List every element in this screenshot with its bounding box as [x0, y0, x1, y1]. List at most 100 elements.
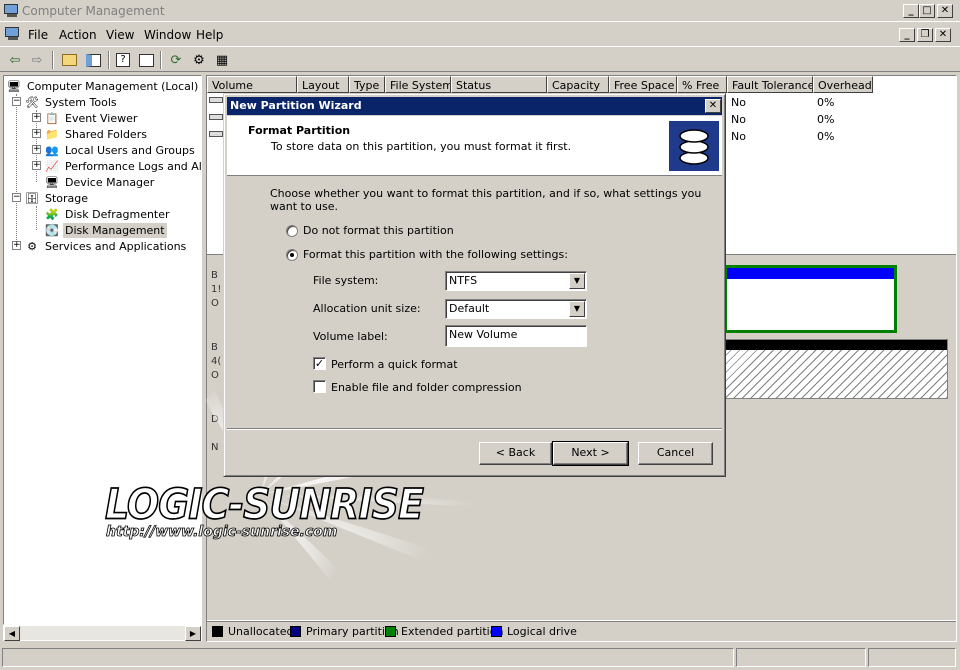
collapse-storage-icon[interactable]: −: [12, 193, 21, 202]
compression-checkbox[interactable]: [313, 380, 326, 393]
next-button[interactable]: Next >: [552, 441, 629, 466]
disk-2-label: DN: [211, 414, 219, 453]
child-minimize-button[interactable]: _: [899, 28, 915, 42]
extended-partition-block[interactable]: [724, 265, 897, 333]
dialog-title: New Partition Wizard: [230, 99, 362, 112]
unallocated-block[interactable]: [724, 339, 948, 399]
expand-event-viewer-icon[interactable]: +: [32, 113, 41, 122]
dialog-separator: [227, 428, 722, 430]
col-free-space[interactable]: Free Space: [609, 76, 677, 93]
quick-format-checkbox[interactable]: ✓: [313, 357, 326, 370]
file-system-select[interactable]: NTFS ▼: [445, 271, 587, 291]
close-button[interactable]: ✕: [937, 4, 953, 18]
tree-item-system-tools[interactable]: 🛠 System Tools: [24, 94, 119, 110]
menu-bar: File Action View Window Help _ ❐ ✕: [0, 24, 960, 46]
dialog-subheading: To store data on this partition, you mus…: [271, 140, 572, 153]
collapse-system-tools-icon[interactable]: −: [12, 97, 21, 106]
tree-item-device-manager[interactable]: 🖥 Device Manager: [44, 174, 156, 190]
menu-file[interactable]: File: [28, 28, 48, 42]
menu-view[interactable]: View: [106, 28, 134, 42]
scroll-left-icon[interactable]: ◀: [4, 626, 20, 641]
properties-icon[interactable]: ?: [114, 51, 132, 69]
show-hide-tree-icon[interactable]: [84, 51, 102, 69]
col-capacity[interactable]: Capacity: [547, 76, 609, 93]
chevron-down-icon[interactable]: ▼: [569, 273, 585, 289]
tree-item-local-users[interactable]: 👥 Local Users and Groups: [44, 142, 197, 158]
tree-item-perf-logs[interactable]: 📈 Performance Logs and Alerts: [44, 158, 201, 174]
tree-item-root[interactable]: 🖥 Computer Management (Local): [6, 78, 200, 94]
back-button[interactable]: < Back: [479, 442, 552, 465]
up-folder-icon[interactable]: [60, 51, 78, 69]
expand-services-icon[interactable]: +: [12, 241, 21, 250]
col-layout[interactable]: Layout: [297, 76, 349, 93]
export-list-icon[interactable]: [137, 51, 155, 69]
tree-item-disk-defrag[interactable]: 🧩 Disk Defragmenter: [44, 206, 172, 222]
radio-format-label[interactable]: Format this partition with the following…: [303, 248, 568, 261]
col-type[interactable]: Type: [349, 76, 385, 93]
dialog-heading: Format Partition: [248, 124, 351, 137]
fault-tolerance-cell: No: [731, 96, 746, 109]
allocation-unit-select[interactable]: Default ▼: [445, 299, 587, 319]
minimize-button[interactable]: _: [903, 4, 919, 18]
mmc-icon: [5, 27, 21, 41]
overhead-cell: 0%: [817, 113, 835, 126]
dialog-intro: Choose whether you want to format this p…: [270, 187, 702, 213]
legend-extended: Extended partition: [385, 625, 503, 638]
status-bar: [0, 645, 960, 670]
tools-icon: 🛠: [25, 95, 39, 109]
allocation-unit-label: Allocation unit size:: [313, 302, 421, 315]
menu-window[interactable]: Window: [144, 28, 191, 42]
computer-management-icon: [4, 4, 20, 18]
col-file-system[interactable]: File System: [385, 76, 451, 93]
disk-0-label: B 1! O: [211, 270, 222, 309]
users-icon: 👥: [45, 143, 59, 157]
col-overhead[interactable]: Overhead: [813, 76, 873, 93]
tree-horizontal-scrollbar[interactable]: ◀ ▶: [3, 625, 202, 641]
menu-action[interactable]: Action: [59, 28, 97, 42]
performance-icon: 📈: [45, 159, 59, 173]
console-tree: 🖥 Computer Management (Local) − 🛠 System…: [3, 75, 202, 625]
volume-label-label: Volume label:: [313, 330, 388, 343]
col-volume[interactable]: Volume: [207, 76, 297, 93]
dialog-title-bar: New Partition Wizard ✕: [227, 97, 722, 115]
compression-label[interactable]: Enable file and folder compression: [331, 381, 522, 394]
back-arrow-icon[interactable]: ⇦: [6, 51, 24, 69]
col-status[interactable]: Status: [451, 76, 547, 93]
fault-tolerance-cell: No: [731, 130, 746, 143]
event-viewer-icon: 📋: [45, 111, 59, 125]
cancel-button[interactable]: Cancel: [638, 442, 713, 465]
tree-item-services[interactable]: ⚙ Services and Applications: [24, 238, 188, 254]
watermark-url: http://www.logic-sunrise.com: [106, 524, 338, 541]
radio-format[interactable]: [286, 249, 298, 261]
col-percent-free[interactable]: % Free: [677, 76, 727, 93]
forward-arrow-icon[interactable]: ⇨: [28, 51, 46, 69]
radio-no-format[interactable]: [286, 225, 298, 237]
expand-shared-folders-icon[interactable]: +: [32, 129, 41, 138]
tree-item-disk-management[interactable]: 💽 Disk Management: [44, 222, 167, 238]
overhead-cell: 0%: [817, 96, 835, 109]
tree-item-shared-folders[interactable]: 📁 Shared Folders: [44, 126, 149, 142]
maximize-button[interactable]: □: [919, 4, 935, 18]
refresh-icon[interactable]: ⟳: [167, 51, 185, 69]
child-close-button[interactable]: ✕: [935, 28, 951, 42]
dialog-close-button[interactable]: ✕: [705, 99, 721, 113]
tree-item-storage[interactable]: 🗄 Storage: [24, 190, 90, 206]
expand-perf-logs-icon[interactable]: +: [32, 161, 41, 170]
menu-help[interactable]: Help: [196, 28, 223, 42]
child-restore-button[interactable]: ❐: [917, 28, 933, 42]
quick-format-label[interactable]: Perform a quick format: [331, 358, 458, 371]
col-fault-tolerance[interactable]: Fault Tolerance: [727, 76, 813, 93]
chevron-down-icon[interactable]: ▼: [569, 301, 585, 317]
radio-no-format-label[interactable]: Do not format this partition: [303, 224, 454, 237]
file-system-label: File system:: [313, 274, 379, 287]
settings-icon[interactable]: ⚙: [190, 51, 208, 69]
expand-local-users-icon[interactable]: +: [32, 145, 41, 154]
scroll-right-icon[interactable]: ▶: [185, 626, 201, 641]
tree-item-event-viewer[interactable]: 📋 Event Viewer: [44, 110, 139, 126]
volume-label-input[interactable]: New Volume: [445, 325, 587, 347]
disk-tool-icon[interactable]: ▦: [213, 51, 231, 69]
device-manager-icon: 🖥: [45, 175, 59, 189]
wizard-disk-icon: [669, 121, 719, 171]
dialog-header: Format Partition To store data on this p…: [227, 116, 722, 176]
legend: Unallocated Primary partition Extended p…: [207, 621, 956, 641]
